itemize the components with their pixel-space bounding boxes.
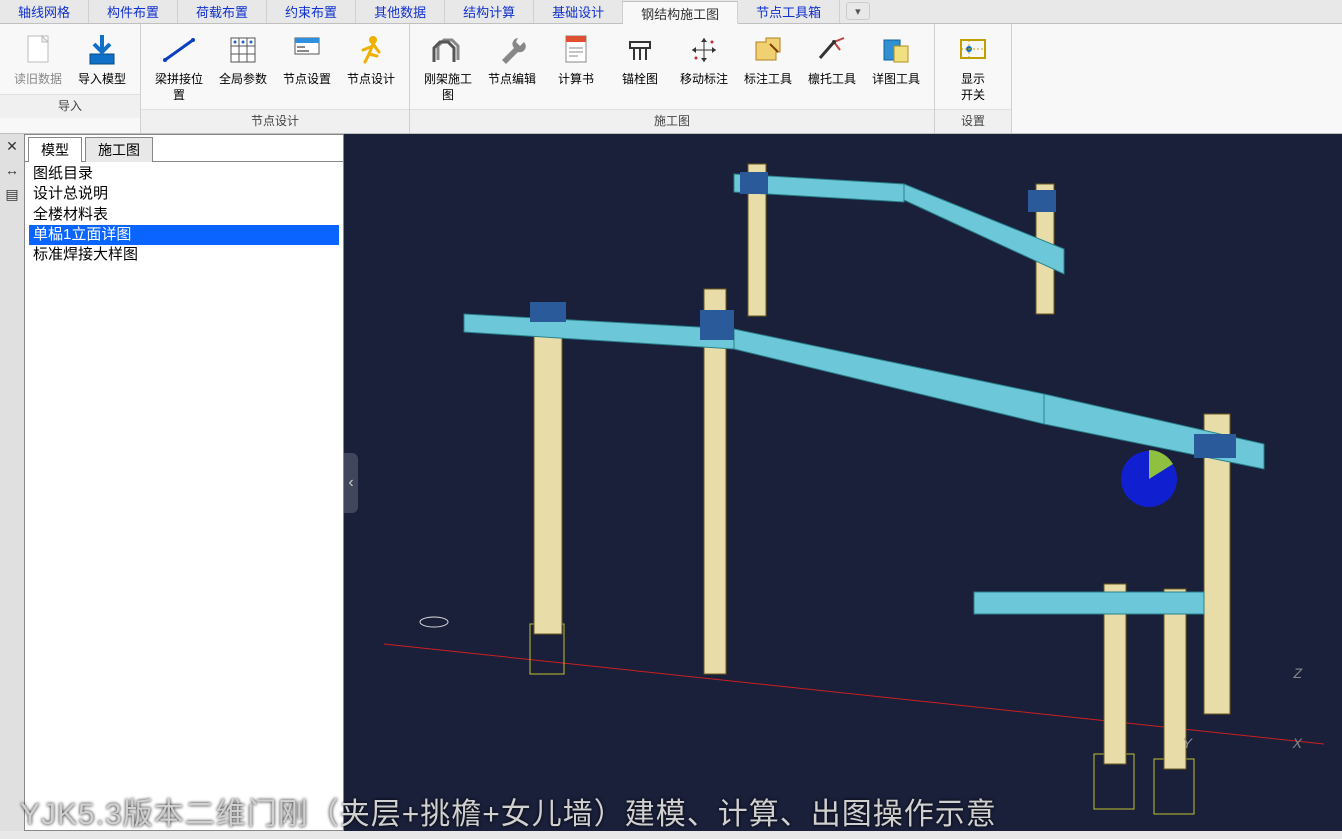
panel-tab-model[interactable]: 模型	[28, 137, 82, 162]
detail-tool-button[interactable]: 详图工具	[864, 28, 928, 105]
tab-axis-grid[interactable]: 轴线网格	[0, 0, 89, 23]
tree-item-frame1-elevation[interactable]: 单榀1立面详图	[29, 225, 339, 245]
ribbon-group-settings: 显示 开关 设置	[935, 24, 1012, 133]
tab-constraint-layout[interactable]: 约束布置	[267, 0, 356, 23]
tree-item-material-table[interactable]: 全楼材料表	[29, 205, 339, 225]
tree-item-toc[interactable]: 图纸目录	[29, 164, 339, 184]
ribbon-group-import: 读旧数据 导入模型 导入	[0, 24, 141, 133]
left-strip: ✕ ↔ ▤	[0, 134, 24, 831]
tab-load-layout[interactable]: 荷载布置	[178, 0, 267, 23]
viewport-collapse-handle[interactable]: ‹	[344, 453, 358, 513]
frame-drawing-button[interactable]: 刚架施工图	[416, 28, 480, 105]
model-viewport[interactable]: Y X Z ‹	[344, 134, 1342, 831]
wrench-icon	[492, 30, 532, 70]
axis-z-label: Z	[1293, 665, 1302, 681]
beam-splice-icon	[159, 30, 199, 70]
anchor-icon	[620, 30, 660, 70]
main-area: ✕ ↔ ▤ 模型 施工图 图纸目录 设计总说明 全楼材料表 单榀1立面详图 标准…	[0, 134, 1342, 831]
ribbon-group-label-import: 导入	[0, 94, 140, 118]
tree-item-general-notes[interactable]: 设计总说明	[29, 184, 339, 204]
runner-icon	[351, 30, 391, 70]
main-tab-bar: 轴线网格 构件布置 荷载布置 约束布置 其他数据 结构计算 基础设计 钢结构施工…	[0, 0, 1342, 24]
ribbon-group-label-settings: 设置	[935, 109, 1011, 133]
ribbon-group-label-node-design: 节点设计	[141, 109, 409, 133]
tab-steel-drawings[interactable]: 钢结构施工图	[623, 1, 738, 24]
node-settings-button[interactable]: 节点设置	[275, 28, 339, 105]
anchor-drawing-button[interactable]: 锚栓图	[608, 28, 672, 105]
tree-item-weld-detail[interactable]: 标准焊接大样图	[29, 245, 339, 265]
axis-x-label: X	[1293, 735, 1302, 751]
expand-panel-icon[interactable]: ↔	[4, 162, 20, 178]
grid-icon	[223, 30, 263, 70]
doc-icon	[556, 30, 596, 70]
tab-struct-calc[interactable]: 结构计算	[445, 0, 534, 23]
ribbon-group-node-design: 梁拼接位置 全局参数 节点设置 节点设计 节点设计	[141, 24, 410, 133]
dimension-tool-button[interactable]: 标注工具	[736, 28, 800, 105]
ribbon-group-label-drawings: 施工图	[410, 109, 934, 133]
tab-node-toolbox[interactable]: 节点工具箱	[738, 0, 840, 23]
node-edit-button[interactable]: 节点编辑	[480, 28, 544, 105]
read-old-data-button[interactable]: 读旧数据	[6, 28, 70, 90]
tab-member-layout[interactable]: 构件布置	[89, 0, 178, 23]
import-model-button[interactable]: 导入模型	[70, 28, 134, 90]
tab-overflow-button[interactable]: ▾	[846, 2, 870, 20]
frame-draw-icon	[428, 30, 468, 70]
axis-y-label: Y	[1183, 735, 1192, 751]
tab-other-data[interactable]: 其他数据	[356, 0, 445, 23]
beam-splice-button[interactable]: 梁拼接位置	[147, 28, 211, 105]
tab-foundation-design[interactable]: 基础设计	[534, 0, 623, 23]
dock-panel-icon[interactable]: ▤	[4, 186, 20, 202]
display-toggle-button[interactable]: 显示 开关	[941, 28, 1005, 105]
ribbon: 读旧数据 导入模型 导入 梁拼接位置 全局参数	[0, 24, 1342, 134]
detail-icon	[876, 30, 916, 70]
page-icon	[18, 30, 58, 70]
node-settings-icon	[287, 30, 327, 70]
node-design-button[interactable]: 节点设计	[339, 28, 403, 105]
side-panel: 模型 施工图 图纸目录 设计总说明 全楼材料表 单榀1立面详图 标准焊接大样图	[24, 134, 344, 831]
move-dimension-button[interactable]: 移动标注	[672, 28, 736, 105]
panel-tab-drawing[interactable]: 施工图	[85, 137, 153, 162]
calc-report-button[interactable]: 计算书	[544, 28, 608, 105]
ribbon-group-drawings: 刚架施工图 节点编辑 计算书 锚栓图	[410, 24, 935, 133]
panel-tree: 图纸目录 设计总说明 全楼材料表 单榀1立面详图 标准焊接大样图	[25, 162, 343, 830]
import-icon	[82, 30, 122, 70]
model-render	[344, 134, 1342, 831]
dim-tool-icon	[748, 30, 788, 70]
purlin-icon	[812, 30, 852, 70]
display-icon	[953, 30, 993, 70]
panel-tabs: 模型 施工图	[25, 135, 343, 162]
close-panel-icon[interactable]: ✕	[4, 138, 20, 154]
move-dim-icon	[684, 30, 724, 70]
global-params-button[interactable]: 全局参数	[211, 28, 275, 105]
purlin-tool-button[interactable]: 檩托工具	[800, 28, 864, 105]
